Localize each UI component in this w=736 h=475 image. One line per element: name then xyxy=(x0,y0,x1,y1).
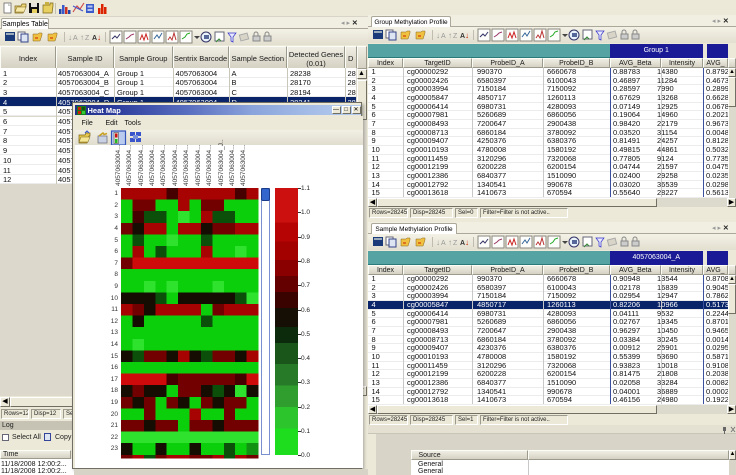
svg-text:↑: ↑ xyxy=(448,31,452,40)
svg-text:A: A xyxy=(441,33,446,40)
svg-text:Z: Z xyxy=(453,240,458,247)
svg-text:↑: ↑ xyxy=(448,238,452,247)
svg-text:A: A xyxy=(73,35,78,42)
svg-text:↓: ↓ xyxy=(436,31,440,40)
svg-text:↓: ↓ xyxy=(436,238,440,247)
svg-text:↓: ↓ xyxy=(465,31,469,40)
svg-text:↑: ↑ xyxy=(80,33,84,42)
svg-text:Z: Z xyxy=(453,33,458,40)
svg-text:A: A xyxy=(441,240,446,247)
svg-text:↓: ↓ xyxy=(465,238,469,247)
svg-text:↓: ↓ xyxy=(97,33,101,42)
svg-text:Z: Z xyxy=(85,35,90,42)
svg-text:↓: ↓ xyxy=(68,33,72,42)
